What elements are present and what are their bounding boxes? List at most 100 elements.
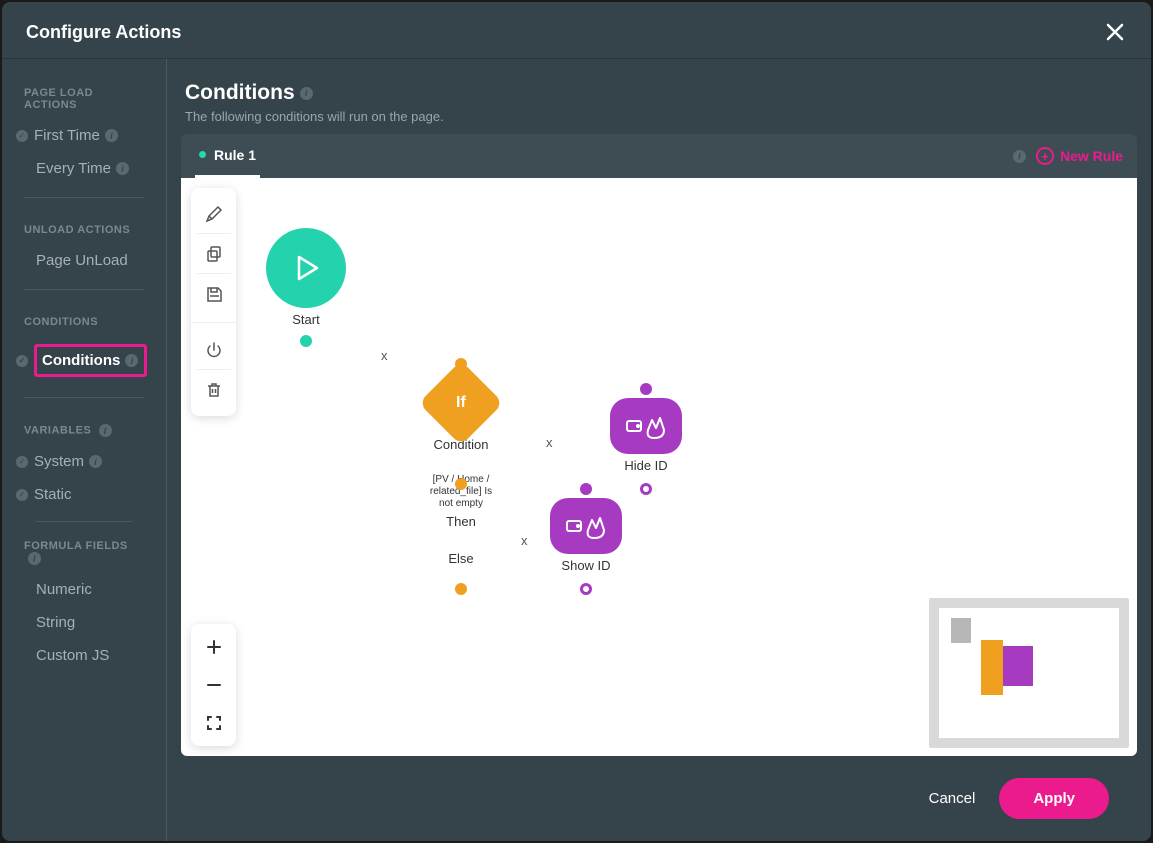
sidebar-item-first-time[interactable]: ✓ First Time i (2, 119, 166, 152)
divider (24, 289, 144, 290)
node-hide-id[interactable]: Hide ID (606, 398, 686, 473)
hide-input-port[interactable] (640, 383, 652, 395)
flow-canvas[interactable]: Start If Condition [PV / Home / related_… (181, 178, 1137, 756)
edit-toolbar (191, 188, 236, 416)
play-icon (291, 253, 321, 283)
zoom-out-button[interactable] (197, 666, 231, 704)
minus-icon (205, 676, 223, 694)
sidebar-item-string[interactable]: String (2, 606, 166, 639)
dialog-footer: Cancel Apply (181, 756, 1137, 841)
condition-else-port[interactable] (455, 583, 467, 595)
divider (24, 197, 144, 198)
minimap-node (981, 640, 1003, 695)
new-rule-button[interactable]: + New Rule (1036, 147, 1123, 165)
check-icon: ✓ (16, 130, 28, 142)
info-icon: i (300, 87, 313, 100)
sidebar-section-conditions: CONDITIONS (2, 308, 166, 336)
minimap-node (951, 618, 971, 643)
sidebar-item-label: String (36, 614, 75, 631)
sidebar-item-system[interactable]: ✓ System i (2, 445, 166, 478)
close-icon (1106, 23, 1124, 41)
info-icon: i (125, 354, 138, 367)
trash-icon (205, 381, 223, 399)
sidebar-item-label: Numeric (36, 581, 92, 598)
main-title: Conditions i (185, 81, 1133, 105)
divider (36, 521, 132, 522)
condition-then-port[interactable] (455, 478, 467, 490)
main-title-text: Conditions (185, 81, 295, 105)
minimap[interactable] (929, 598, 1129, 748)
power-icon (205, 341, 223, 359)
plus-icon (205, 638, 223, 656)
copy-button[interactable] (197, 234, 231, 274)
gesture-icon (564, 510, 608, 542)
sidebar-item-every-time[interactable]: Every Time i (2, 152, 166, 185)
info-icon: i (99, 424, 112, 437)
toolbar-divider (191, 322, 236, 330)
gesture-icon (624, 410, 668, 442)
zoom-toolbar (191, 624, 236, 746)
hide-output-port[interactable] (640, 483, 652, 495)
fit-button[interactable] (197, 704, 231, 742)
node-start[interactable]: Start (266, 228, 346, 347)
divider (24, 397, 144, 398)
sidebar-item-conditions[interactable]: ✓ Conditions i (2, 336, 166, 385)
sidebar-item-label: Every Time (36, 160, 111, 177)
dialog-body: PAGE LOAD ACTIONS ✓ First Time i Every T… (2, 59, 1151, 841)
active-highlight: Conditions i (34, 344, 147, 377)
close-button[interactable] (1103, 20, 1127, 44)
pencil-icon (205, 205, 223, 223)
else-label: Else (421, 551, 501, 566)
condition-diamond: If (419, 361, 504, 446)
edge-delete-then-show[interactable]: x (521, 533, 528, 548)
check-icon: ✓ (16, 489, 28, 501)
action-box (550, 498, 622, 554)
tabs-left: Rule 1 (195, 134, 260, 178)
minimap-node (1003, 646, 1033, 686)
info-icon: i (105, 129, 118, 142)
sidebar-item-custom-js[interactable]: Custom JS (2, 639, 166, 672)
copy-icon (205, 245, 223, 263)
tab-label: Rule 1 (214, 147, 256, 163)
info-icon: i (116, 162, 129, 175)
dialog-title: Configure Actions (26, 22, 181, 43)
node-condition[interactable]: If Condition [PV / Home / related_file] … (421, 373, 501, 566)
if-label: If (456, 394, 466, 412)
apply-button[interactable]: Apply (999, 778, 1109, 819)
edge-delete-condition-hide[interactable]: x (546, 435, 553, 450)
node-label: Hide ID (606, 458, 686, 473)
edit-button[interactable] (197, 194, 231, 234)
main-header: Conditions i The following conditions wi… (181, 77, 1137, 134)
sidebar-item-label: Page UnLoad (36, 252, 128, 269)
plus-circle-icon: + (1036, 147, 1054, 165)
canvas-wrap: Start If Condition [PV / Home / related_… (181, 178, 1137, 756)
sidebar-item-static[interactable]: ✓ Static (2, 478, 166, 511)
save-icon (205, 285, 223, 303)
power-button[interactable] (197, 330, 231, 370)
save-button[interactable] (197, 274, 231, 314)
section-title-text: VARIABLES (24, 425, 91, 437)
configure-actions-dialog: Configure Actions PAGE LOAD ACTIONS ✓ Fi… (2, 2, 1151, 841)
node-label: Start (266, 312, 346, 327)
check-icon: ✓ (16, 355, 28, 367)
zoom-in-button[interactable] (197, 628, 231, 666)
sidebar: PAGE LOAD ACTIONS ✓ First Time i Every T… (2, 59, 167, 841)
show-input-port[interactable] (580, 483, 592, 495)
sidebar-item-label: Conditions (42, 352, 120, 369)
then-label: Then (421, 514, 501, 529)
tab-rule-1[interactable]: Rule 1 (195, 134, 260, 178)
node-show-id[interactable]: Show ID (546, 498, 626, 573)
show-output-port[interactable] (580, 583, 592, 595)
sidebar-item-numeric[interactable]: Numeric (2, 573, 166, 606)
new-rule-label: New Rule (1060, 148, 1123, 164)
sidebar-item-page-unload[interactable]: Page UnLoad (2, 244, 166, 277)
edge-delete-start-condition[interactable]: x (381, 348, 388, 363)
info-icon[interactable]: i (1013, 150, 1026, 163)
sidebar-section-formula: FORMULA FIELDS i (2, 532, 166, 573)
start-output-port[interactable] (300, 335, 312, 347)
check-icon: ✓ (16, 456, 28, 468)
sidebar-section-page-load: PAGE LOAD ACTIONS (2, 79, 166, 119)
dialog-header: Configure Actions (2, 2, 1151, 59)
delete-button[interactable] (197, 370, 231, 410)
cancel-button[interactable]: Cancel (929, 790, 976, 807)
